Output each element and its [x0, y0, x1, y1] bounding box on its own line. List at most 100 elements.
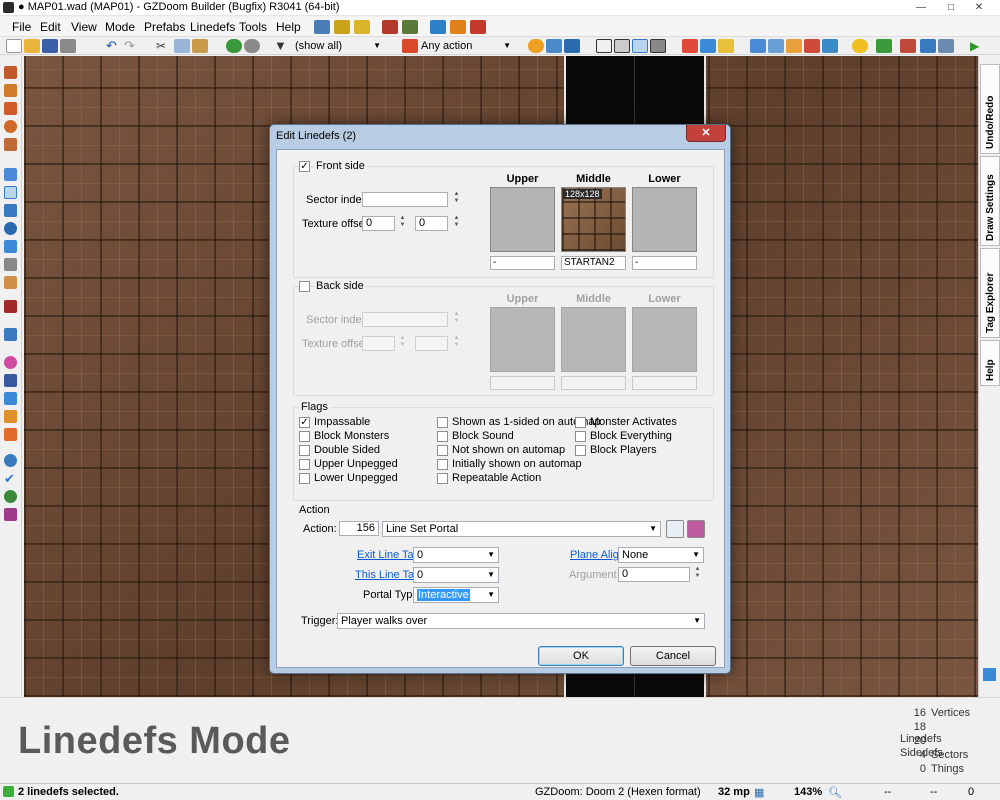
brightness-icon[interactable] [528, 39, 544, 53]
script-editor-icon[interactable] [4, 508, 17, 521]
slope-mode-icon[interactable] [4, 374, 17, 387]
flag-repeatable-checkbox[interactable] [437, 473, 448, 484]
sky-icon[interactable] [402, 20, 418, 34]
plane-align-combo[interactable]: None ▼ [618, 547, 704, 563]
menu-help[interactable]: Help [276, 20, 301, 34]
back-upper-texture-name[interactable] [490, 376, 555, 390]
fog-icon[interactable] [900, 39, 916, 53]
front-side-checkbox[interactable]: ✓ [299, 161, 310, 172]
dynamic-lights-icon[interactable] [852, 39, 868, 53]
flag-block-monsters-checkbox[interactable] [299, 431, 310, 442]
sectors-mode-icon[interactable] [4, 204, 17, 217]
floor-align-icon[interactable] [4, 410, 17, 423]
script-icon[interactable] [314, 20, 330, 34]
menu-tools[interactable]: Tools [239, 20, 267, 34]
things-mode-icon[interactable] [4, 222, 17, 235]
brightness-mode-icon[interactable] [4, 328, 17, 341]
maximize-button[interactable]: □ [940, 1, 962, 14]
draw-grid-icon[interactable] [4, 138, 17, 151]
things-filter-combo[interactable]: (show all) ▼ [292, 38, 384, 54]
back-middle-texture-name[interactable] [561, 376, 626, 390]
flag-block-players-checkbox[interactable] [575, 445, 586, 456]
find-icon[interactable] [4, 454, 17, 467]
menu-linedefs[interactable]: Linedefs [190, 20, 235, 34]
sector-tools-icon[interactable] [822, 39, 838, 53]
back-middle-texture[interactable] [561, 307, 626, 372]
draw-ellipse-icon[interactable] [4, 120, 17, 133]
back-offset-x-spinner[interactable]: ▲ ▼ [398, 335, 407, 351]
draw-lines-icon[interactable] [4, 66, 17, 79]
flag-lower-unpegged-checkbox[interactable] [299, 473, 310, 484]
grid-size-icon[interactable] [768, 39, 784, 53]
play-icon[interactable]: ▶ [970, 39, 986, 53]
draw-curve-icon[interactable] [4, 84, 17, 97]
close-window-button[interactable]: ✕ [968, 1, 990, 14]
ok-button[interactable]: OK [538, 646, 624, 666]
menu-mode[interactable]: Mode [105, 20, 135, 34]
paste-icon[interactable] [192, 39, 208, 53]
back-offset-y-spinner[interactable]: ▲ ▼ [452, 335, 461, 351]
visual-mode-icon[interactable] [4, 258, 17, 271]
action-select[interactable]: Line Set Portal ▼ [382, 521, 661, 537]
link-icon[interactable] [430, 20, 446, 34]
portal-type-combo[interactable]: Interactive ▼ [413, 587, 499, 603]
sky-toggle-icon[interactable] [938, 39, 954, 53]
save-map-icon[interactable] [42, 39, 58, 53]
flag-upper-unpegged-checkbox[interactable] [299, 459, 310, 470]
autoalign-icon[interactable] [718, 39, 734, 53]
edit-selection-icon[interactable] [4, 392, 17, 405]
menu-prefabs[interactable]: Prefabs [144, 20, 185, 34]
flag-double-sided-checkbox[interactable] [299, 445, 310, 456]
back-sector-index-spinner[interactable]: ▲ ▼ [452, 311, 461, 327]
tab-tag-explorer[interactable]: Tag Explorer [980, 248, 1000, 338]
make-sectors-icon[interactable] [4, 240, 17, 253]
grid-icon[interactable]: ▦ [754, 786, 764, 799]
flag-monster-activates-checkbox[interactable] [575, 417, 586, 428]
trigger-combo[interactable]: Player walks over ▼ [337, 613, 705, 629]
linedefs-mode-icon[interactable] [4, 186, 17, 199]
tab-undo-redo[interactable]: Undo/Redo [980, 64, 1000, 154]
undo-icon[interactable]: ↶ [106, 39, 122, 53]
test-map-icon[interactable] [382, 20, 398, 34]
open-map-icon[interactable] [24, 39, 40, 53]
filter-icon[interactable]: ▼ [274, 39, 290, 53]
map-options-icon[interactable] [60, 39, 76, 53]
check-icon[interactable]: ✔ [4, 472, 17, 485]
flag-shown-1-sided-checkbox[interactable] [437, 417, 448, 428]
vertices-mode-icon[interactable] [4, 168, 17, 181]
ceiling-align-icon[interactable] [4, 428, 17, 441]
flag-block-everything-checkbox[interactable] [575, 431, 586, 442]
arg5-spinner[interactable]: ▲ ▼ [693, 566, 702, 582]
color-picker-icon[interactable] [4, 356, 17, 369]
error-check-icon[interactable] [4, 490, 17, 503]
flag-block-sound-checkbox[interactable] [437, 431, 448, 442]
cancel-button[interactable]: Cancel [630, 646, 716, 666]
models-icon[interactable] [876, 39, 892, 53]
offset-y-input[interactable]: 0 [415, 216, 448, 231]
fix-icon[interactable] [804, 39, 820, 53]
flag-impassable-checkbox[interactable]: ✓ [299, 417, 310, 428]
texture-browser-icon[interactable] [334, 20, 350, 34]
redo-icon[interactable]: ↷ [124, 39, 140, 53]
dialog-close-button[interactable]: ✕ [686, 125, 726, 142]
view-brightness-icon[interactable] [614, 39, 630, 53]
offset-x-input[interactable]: 0 [362, 216, 395, 231]
offset-x-spinner[interactable]: ▲ ▼ [398, 215, 407, 231]
fullbright-icon[interactable] [920, 39, 936, 53]
front-lower-texture[interactable] [632, 187, 697, 252]
front-middle-texture-name[interactable]: STARTAN2 [561, 256, 626, 270]
offset-y-spinner[interactable]: ▲ ▼ [452, 215, 461, 231]
back-lower-texture[interactable] [632, 307, 697, 372]
draw-rectangle-icon[interactable] [4, 102, 17, 115]
linedef-color-icon[interactable] [402, 39, 418, 53]
back-lower-texture-name[interactable] [632, 376, 697, 390]
sector-index-input[interactable] [362, 192, 448, 207]
front-upper-texture[interactable] [490, 187, 555, 252]
snap-icon[interactable] [564, 39, 580, 53]
minimize-button[interactable]: — [910, 1, 932, 14]
merge-geometry-icon[interactable] [682, 39, 698, 53]
scroll-down-icon[interactable] [983, 668, 996, 681]
view-floors-icon[interactable] [632, 39, 648, 53]
exit-line-tag-combo[interactable]: 0 ▼ [413, 547, 499, 563]
curve-icon[interactable] [786, 39, 802, 53]
